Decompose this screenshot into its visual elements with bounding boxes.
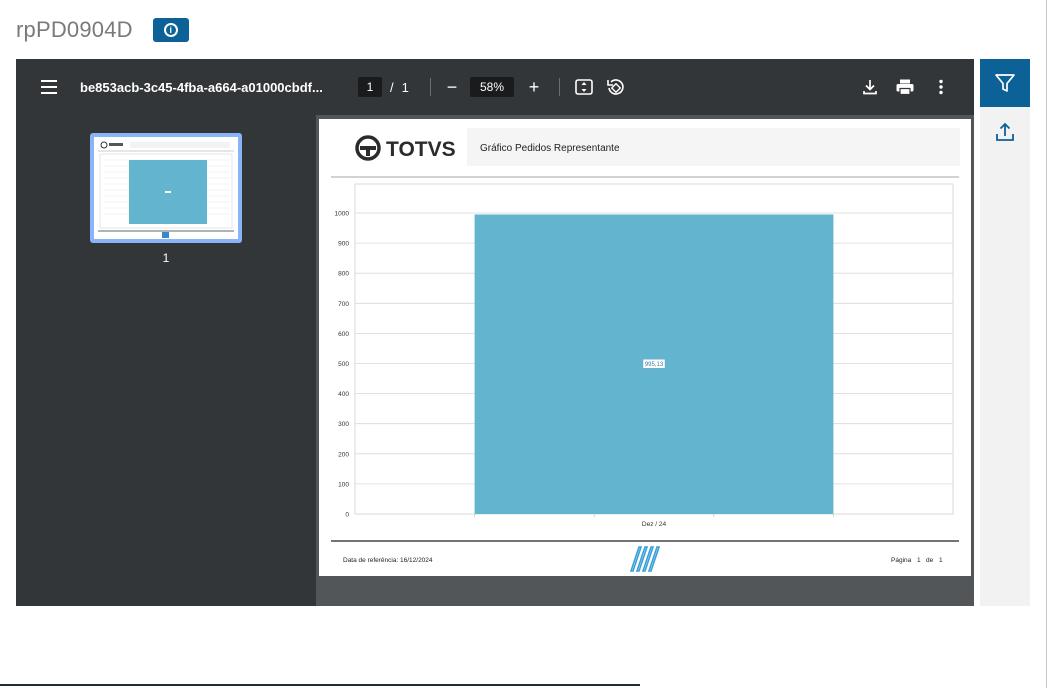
fit-page-icon xyxy=(575,79,593,95)
chart-y-tick-label: 1000 xyxy=(335,211,350,218)
page-thumbnail[interactable] xyxy=(90,133,242,243)
rotate-icon xyxy=(607,79,624,95)
chart-bars: 995,13 xyxy=(474,214,834,514)
report-page: TOTVS Gráfico Pedidos Representante 0 100… xyxy=(319,119,971,576)
footer-page-total: 1 xyxy=(939,557,943,564)
footer-ref-label: Data de referência: xyxy=(343,557,398,564)
print-icon xyxy=(896,79,914,96)
thumbnail-preview-graphic xyxy=(98,141,234,238)
total-pages: 1 xyxy=(401,79,409,95)
footer-page-num: 1 xyxy=(917,557,921,564)
page-separator: / xyxy=(390,79,394,95)
window-edge xyxy=(1046,0,1047,688)
info-circle-icon: i xyxy=(163,23,178,37)
bottom-border xyxy=(0,684,640,686)
totvs-logo xyxy=(355,135,381,161)
filter-button[interactable] xyxy=(980,59,1030,107)
zoom-level-input[interactable]: 58% xyxy=(470,77,514,97)
more-vertical-icon xyxy=(939,79,943,95)
page-navigator: 1 / 1 xyxy=(358,59,409,115)
right-action-rail xyxy=(980,59,1030,606)
chart-y-tick-label: 500 xyxy=(338,361,349,368)
chart-y-axis: 0 100 200 300 400 500 600 700 800 900 1000 xyxy=(335,211,350,519)
info-button[interactable]: i xyxy=(152,18,189,42)
footer-logo-icon xyxy=(629,546,661,572)
zoom-level: 58% xyxy=(470,59,514,115)
viewer-toolbar: be853acb-3c45-4fba-a664-a01000cbdf... 1 … xyxy=(16,59,974,115)
fit-page-button[interactable] xyxy=(573,59,595,115)
hamburger-icon[interactable] xyxy=(40,59,58,115)
footer-ref-date: 16/12/2024 xyxy=(400,557,433,564)
report-page-graphic: TOTVS Gráfico Pedidos Representante 0 100… xyxy=(331,128,960,572)
chart-data-label: 995,13 xyxy=(645,362,664,368)
footer-page-label: Página xyxy=(891,557,912,564)
thumbnail-preview xyxy=(94,137,238,239)
download-button[interactable] xyxy=(859,59,881,115)
download-icon xyxy=(863,80,877,95)
more-options-button[interactable] xyxy=(930,59,952,115)
chart-y-tick-label: 300 xyxy=(338,421,349,428)
chart-y-tick-label: 900 xyxy=(338,241,349,248)
chart-y-tick-label: 100 xyxy=(338,481,349,488)
chart-x-axis: Dez / 24 xyxy=(642,521,667,528)
rotate-button[interactable] xyxy=(604,59,626,115)
report-title: Gráfico Pedidos Representante xyxy=(480,143,620,154)
current-page-input[interactable]: 1 xyxy=(358,77,382,97)
upload-icon xyxy=(996,122,1014,141)
chart-y-tick-label: 800 xyxy=(338,271,349,278)
chart-y-tick-label: 600 xyxy=(338,331,349,338)
chart-y-tick-label: 0 xyxy=(345,512,349,519)
zoom-in-button[interactable]: + xyxy=(526,59,542,115)
zoom-out-button[interactable]: − xyxy=(444,59,460,115)
page-title: rpPD0904D xyxy=(16,17,133,42)
toolbar-divider xyxy=(559,59,560,115)
print-button[interactable] xyxy=(894,59,916,115)
chart-y-tick-label: 700 xyxy=(338,301,349,308)
pdf-viewer: be853acb-3c45-4fba-a664-a01000cbdf... 1 … xyxy=(16,59,974,606)
page-header: rpPD0904D i xyxy=(16,14,189,46)
thumbnail-page-number: 1 xyxy=(162,251,170,265)
chart-y-tick-label: 400 xyxy=(338,391,349,398)
toolbar-divider xyxy=(430,59,431,115)
logo-text: TOTVS xyxy=(386,138,456,161)
chart-x-tick-label: Dez / 24 xyxy=(642,521,667,528)
chart-y-tick-label: 200 xyxy=(338,451,349,458)
footer-page-of: de xyxy=(926,557,934,564)
upload-button[interactable] xyxy=(980,115,1030,149)
filter-icon xyxy=(995,74,1015,92)
app-root: rpPD0904D i be853acb-3c45-4fba-a664-a010… xyxy=(0,0,1050,688)
document-name: be853acb-3c45-4fba-a664-a01000cbdf... xyxy=(80,79,323,95)
thumbnail-sidebar: 1 xyxy=(16,115,316,606)
